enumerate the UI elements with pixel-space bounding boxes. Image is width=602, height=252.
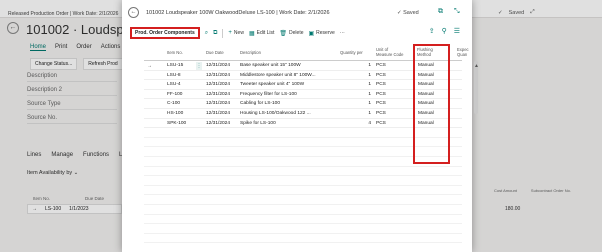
share-icon[interactable]: ⇪ bbox=[429, 27, 435, 35]
cell-uom[interactable]: PCS bbox=[376, 121, 386, 126]
empty-table-row[interactable] bbox=[144, 205, 462, 215]
empty-table-row[interactable] bbox=[144, 176, 462, 186]
cell-description[interactable]: Frequency filter for LS-100 bbox=[240, 92, 297, 97]
new-button-label: New bbox=[233, 30, 244, 36]
cell-item-no[interactable]: LSU-4 bbox=[167, 82, 181, 87]
edit-list-button[interactable]: ▦ Edit List bbox=[249, 30, 274, 37]
cell-uom[interactable]: PCS bbox=[376, 92, 386, 97]
cell-description[interactable]: Spike for LS-100 bbox=[240, 121, 276, 126]
cell-due-date[interactable]: 12/31/2024 bbox=[206, 111, 230, 116]
cell-quantity-per[interactable]: 4 bbox=[349, 121, 371, 126]
open-new-window-icon[interactable]: ⧉ bbox=[438, 8, 443, 16]
empty-table-row[interactable] bbox=[144, 215, 462, 225]
cell-item-no[interactable]: SPK-100 bbox=[167, 121, 186, 126]
ellipsis-icon: ··· bbox=[339, 30, 345, 36]
cell-quantity-per[interactable]: 1 bbox=[349, 73, 371, 78]
col-expected-quantity[interactable]: Expec Quan bbox=[457, 47, 471, 57]
col-item-no[interactable]: Item No. bbox=[167, 50, 183, 55]
cell-quantity-per[interactable]: 1 bbox=[349, 82, 371, 87]
cell-uom[interactable]: PCS bbox=[376, 111, 386, 116]
share-icon: ⧉ bbox=[213, 29, 218, 36]
search-icon: ⌕ bbox=[204, 29, 209, 36]
saved-status: ✓ Saved bbox=[397, 10, 419, 16]
empty-table-row[interactable] bbox=[144, 234, 462, 244]
cell-description[interactable]: Tweeter speaker unit 4" 100W bbox=[240, 82, 304, 87]
cell-quantity-per[interactable]: 1 bbox=[349, 101, 371, 106]
empty-table-row[interactable] bbox=[144, 186, 462, 196]
cell-uom[interactable]: PCS bbox=[376, 63, 386, 68]
prod-order-components-tab[interactable]: Prod. Order Components bbox=[130, 27, 200, 39]
plus-icon: + bbox=[228, 30, 232, 36]
edit-list-icon: ▦ bbox=[248, 30, 255, 37]
prod-order-components-dialog: ← 101002 Loudspeaker 100W OakwoodDeluxe … bbox=[122, 0, 479, 252]
scroll-up-icon[interactable]: ▲ bbox=[474, 63, 479, 69]
list-settings-icon[interactable]: ☰ bbox=[454, 27, 460, 35]
cell-due-date[interactable]: 12/31/2024 bbox=[206, 82, 230, 87]
cell-uom[interactable]: PCS bbox=[376, 73, 386, 78]
cell-item-no[interactable]: C-100 bbox=[167, 101, 180, 106]
back-arrow-icon[interactable]: ← bbox=[128, 7, 139, 18]
saved-label: Saved bbox=[403, 10, 419, 16]
new-button[interactable]: + New bbox=[228, 30, 244, 36]
empty-table-row[interactable] bbox=[144, 224, 462, 234]
share-button[interactable]: ⧉ bbox=[213, 30, 217, 37]
reserve-label: Reserve bbox=[316, 30, 335, 36]
cell-description[interactable]: Base speaker unit 15" 100W bbox=[240, 63, 301, 68]
filter-icon[interactable]: ⚲ bbox=[442, 27, 447, 35]
cell-due-date[interactable]: 12/31/2024 bbox=[206, 63, 230, 68]
cell-quantity-per[interactable]: 1 bbox=[349, 111, 371, 116]
row-selected-arrow-icon: → bbox=[147, 63, 152, 69]
reserve-icon: ▣ bbox=[308, 30, 315, 37]
dialog-toolbar: Prod. Order Components ⌕ ⧉ + New ▦ Edit Li… bbox=[130, 27, 466, 39]
cell-description[interactable]: Cabling for LS-100 bbox=[240, 101, 280, 106]
search-button[interactable]: ⌕ bbox=[205, 30, 208, 37]
empty-table-row[interactable] bbox=[144, 167, 462, 177]
toolbar-right-icons: ⇪ ⚲ ☰ bbox=[429, 27, 460, 35]
col-due-date[interactable]: Due Date bbox=[206, 50, 224, 55]
dialog-title: 101002 Loudspeaker 100W OakwoodDeluxe LS… bbox=[146, 10, 330, 16]
cell-item-no[interactable]: LSU-8 bbox=[167, 73, 181, 78]
cell-quantity-per[interactable]: 1 bbox=[349, 92, 371, 97]
cell-due-date[interactable]: 12/31/2024 bbox=[206, 92, 230, 97]
edit-list-label: Edit List bbox=[256, 30, 275, 36]
col-quantity-per[interactable]: Quantity per bbox=[340, 50, 363, 55]
cell-due-date[interactable]: 12/31/2024 bbox=[206, 101, 230, 106]
empty-table-row[interactable] bbox=[144, 195, 462, 205]
more-options-button[interactable]: ··· bbox=[340, 30, 345, 36]
cell-uom[interactable]: PCS bbox=[376, 101, 386, 106]
reserve-button[interactable]: ▣ Reserve bbox=[308, 30, 334, 37]
cell-uom[interactable]: PCS bbox=[376, 82, 386, 87]
cell-description[interactable]: Housing LS-100/Oakwood 122 ... bbox=[240, 111, 311, 116]
flushing-method-highlight bbox=[413, 44, 450, 164]
cell-item-no[interactable]: LSU-15 bbox=[167, 63, 183, 68]
collapse-icon[interactable]: ⤡ bbox=[454, 8, 460, 16]
col-description[interactable]: Description bbox=[240, 50, 261, 55]
trash-icon: 🗑 bbox=[279, 30, 288, 37]
row-context-menu-icon[interactable]: ⋮ bbox=[196, 61, 202, 70]
toolbar-divider bbox=[222, 28, 224, 38]
cell-due-date[interactable]: 12/31/2024 bbox=[206, 121, 230, 126]
col-unit-of-measure[interactable]: Unit of Measure Code bbox=[376, 47, 404, 57]
cell-due-date[interactable]: 12/31/2024 bbox=[206, 73, 230, 78]
cell-quantity-per[interactable]: 1 bbox=[349, 63, 371, 68]
delete-button[interactable]: 🗑 Delete bbox=[279, 30, 303, 37]
cell-item-no[interactable]: FF-100 bbox=[167, 92, 182, 97]
delete-label: Delete bbox=[289, 30, 304, 36]
cell-description[interactable]: Middlestore speaker unit 8" 100W... bbox=[240, 73, 316, 78]
cell-item-no[interactable]: HS-100 bbox=[167, 111, 183, 116]
